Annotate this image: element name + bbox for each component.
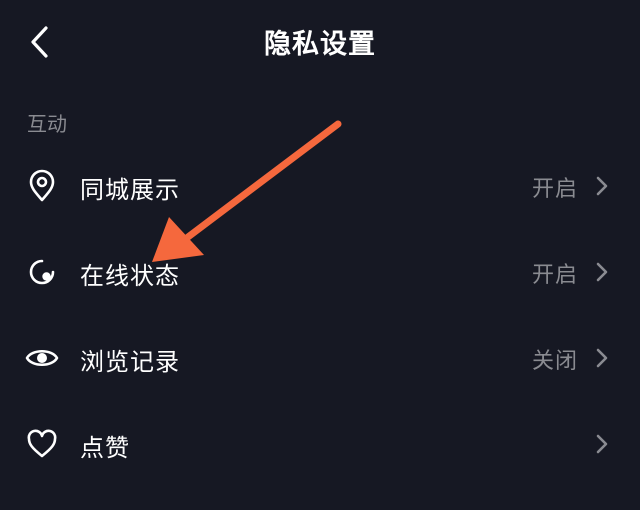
- chevron-right-icon: [596, 434, 608, 454]
- setting-label: 同城展示: [80, 176, 180, 204]
- heart-icon: [24, 426, 60, 462]
- setting-value: 开启: [531, 177, 578, 202]
- chevron-right-icon: [596, 176, 608, 196]
- section-label: 互动: [27, 112, 67, 136]
- setting-label: 点赞: [80, 434, 130, 462]
- header: 隐私设置: [0, 0, 640, 84]
- setting-row-browsing-history[interactable]: 浏览记录 关闭: [0, 316, 640, 400]
- page-title: 隐私设置: [264, 29, 376, 60]
- setting-row-local-display[interactable]: 同城展示 开启: [0, 144, 640, 228]
- setting-row-likes[interactable]: 点赞: [0, 402, 640, 486]
- setting-label: 在线状态: [80, 262, 180, 290]
- setting-value: 关闭: [531, 349, 578, 374]
- eye-icon: [24, 340, 60, 376]
- chevron-right-icon: [596, 262, 608, 282]
- setting-row-online-status[interactable]: 在线状态 开启: [0, 230, 640, 314]
- location-pin-icon: [24, 168, 60, 204]
- setting-value: 开启: [531, 263, 578, 288]
- chevron-right-icon: [596, 348, 608, 368]
- online-status-icon: [24, 254, 60, 290]
- setting-label: 浏览记录: [80, 348, 180, 376]
